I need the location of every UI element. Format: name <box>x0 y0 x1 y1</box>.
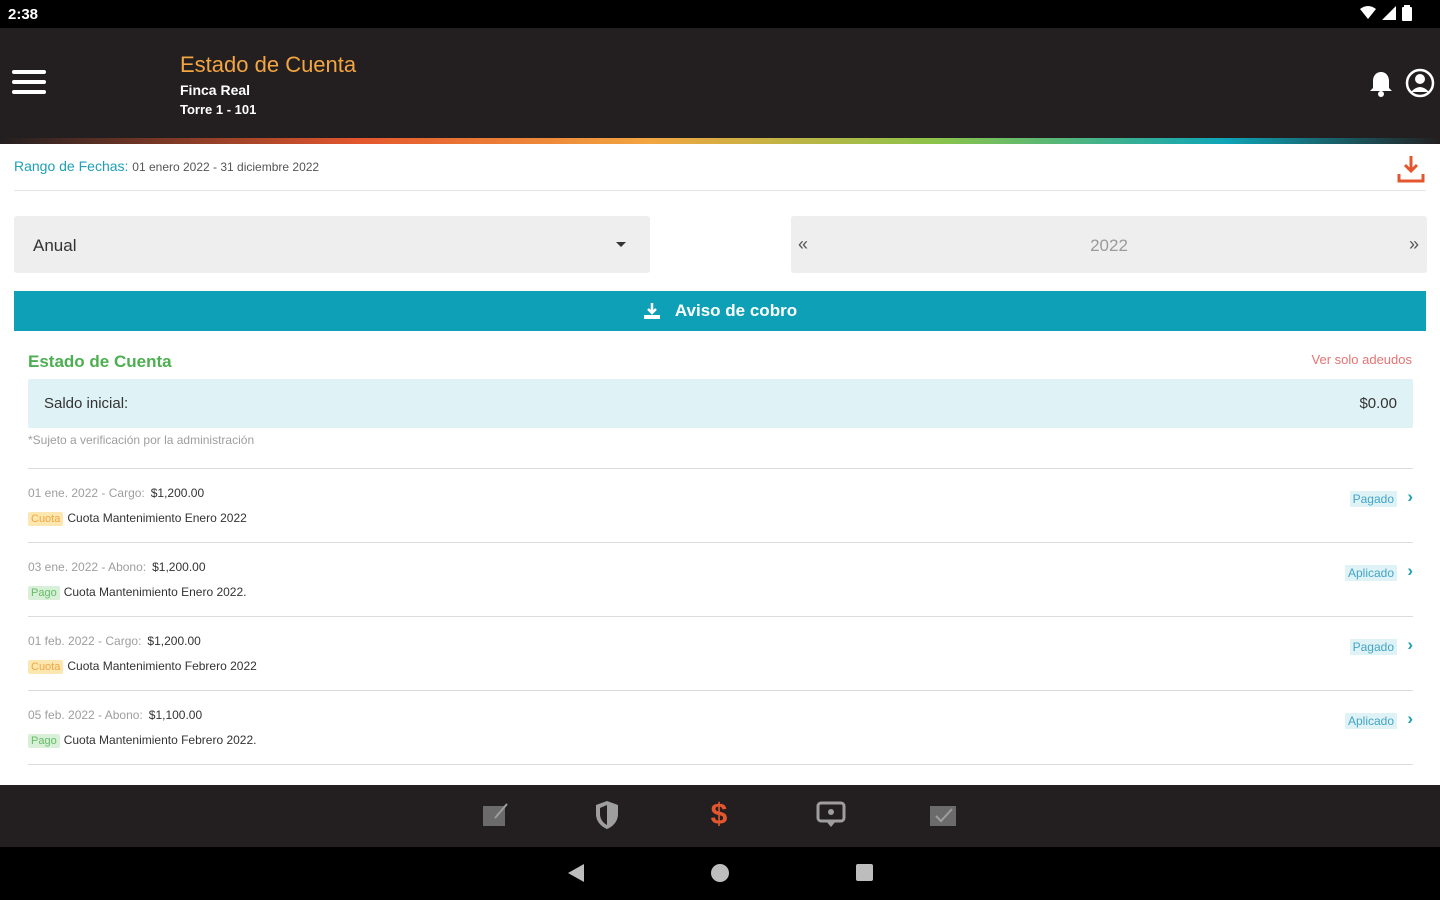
verification-note: *Sujeto a verificación por la administra… <box>28 433 255 447</box>
movement-tag: Cuota <box>28 660 64 674</box>
date-range-label: Rango de Fechas: <box>14 158 129 174</box>
header-gradient-divider <box>0 138 1440 144</box>
movement-date: 05 feb. 2022 - Abono: <box>28 708 143 722</box>
chevron-down-icon <box>616 242 626 247</box>
chevron-right-icon: › <box>1407 709 1413 728</box>
list-item[interactable]: 03 ene. 2022 - Abono: $1,200.00 Pago Cuota… <box>28 542 1413 616</box>
movement-amount: $1,200.00 <box>152 560 206 574</box>
property-name: Finca Real <box>180 82 251 98</box>
movement-tag: Pago <box>28 586 60 600</box>
movement-tag: Pago <box>28 734 60 748</box>
show-debts-only-link[interactable]: Ver solo adeudos <box>1312 352 1412 367</box>
movement-date: 01 feb. 2022 - Cargo: <box>28 634 142 648</box>
date-range: Rango de Fechas: 01 enero 2022 - 31 dici… <box>14 158 319 174</box>
divider <box>14 190 1426 191</box>
movement-amount: $1,200.00 <box>147 634 201 648</box>
year-value: 2022 <box>1090 236 1128 255</box>
status-badge: Pagado <box>1349 491 1397 507</box>
status-badge: Aplicado <box>1344 713 1397 729</box>
year-picker: « 2022 » <box>791 216 1427 273</box>
checklist-icon[interactable] <box>925 797 961 833</box>
unit-name: Torre 1 - 101 <box>180 102 257 117</box>
notes-icon[interactable] <box>477 797 513 833</box>
initial-balance-value: $0.00 <box>1359 395 1397 412</box>
bell-icon[interactable] <box>1368 70 1394 98</box>
movement-description: Cuota Mantenimiento Enero 2022. <box>63 585 247 599</box>
movement-description: Cuota Mantenimiento Enero 2022 <box>67 511 247 525</box>
period-select[interactable]: Anual <box>14 216 650 273</box>
page-title: Estado de Cuenta <box>180 52 357 77</box>
chevron-right-icon: › <box>1407 487 1413 506</box>
movement-date: 01 ene. 2022 - Cargo: <box>28 486 145 500</box>
list-divider <box>28 764 1413 784</box>
dollar-icon[interactable]: $ <box>701 797 737 833</box>
movement-amount: $1,100.00 <box>148 708 203 722</box>
period-select-value: Anual <box>33 236 77 255</box>
recents-icon[interactable] <box>855 863 874 882</box>
profile-icon[interactable] <box>1405 68 1435 98</box>
movement-date: 03 ene. 2022 - Abono: <box>28 560 147 574</box>
back-icon[interactable] <box>566 863 586 883</box>
shield-icon[interactable] <box>589 797 625 833</box>
chevron-right-icon: › <box>1407 635 1413 654</box>
bottom-navigation: $ <box>0 785 1440 847</box>
system-navigation-bar <box>0 847 1440 900</box>
status-time: 2:38 <box>8 6 39 23</box>
movement-tag: Cuota <box>28 512 64 526</box>
initial-balance-row: Saldo inicial: $0.00 <box>28 379 1413 428</box>
battery-icon <box>1402 5 1412 21</box>
wifi-icon <box>1360 6 1376 19</box>
movements-list: 01 ene. 2022 - Cargo: $1,200.00 Cuota Cuot… <box>28 468 1413 784</box>
movement-description: Cuota Mantenimiento Febrero 2022 <box>67 659 257 673</box>
status-badge: Aplicado <box>1344 565 1397 581</box>
list-item[interactable]: 01 feb. 2022 - Cargo: $1,200.00 Cuota Cuot… <box>28 616 1413 690</box>
status-bar: 2:38 <box>0 0 1440 28</box>
list-item[interactable]: 01 ene. 2022 - Cargo: $1,200.00 Cuota Cuot… <box>28 468 1413 542</box>
home-icon[interactable] <box>710 863 730 883</box>
movement-amount: $1,200.00 <box>150 486 205 500</box>
download-icon <box>643 303 660 319</box>
aviso-de-cobro-button[interactable]: Aviso de cobro <box>14 291 1426 331</box>
date-range-value: 01 enero 2022 - 31 diciembre 2022 <box>132 160 320 174</box>
next-year-button[interactable]: » <box>1409 234 1419 255</box>
system-icons <box>1360 5 1412 21</box>
initial-balance-label: Saldo inicial: <box>44 395 129 412</box>
signal-icon <box>1382 6 1396 20</box>
aviso-label: Aviso de cobro <box>674 301 798 320</box>
list-item[interactable]: 05 feb. 2022 - Abono: $1,100.00 Pago Cuota… <box>28 690 1413 764</box>
section-title: Estado de Cuenta <box>28 352 172 371</box>
menu-button[interactable] <box>12 70 46 98</box>
chevron-right-icon: › <box>1407 561 1413 580</box>
message-icon[interactable] <box>813 797 849 833</box>
download-icon[interactable] <box>1396 154 1426 184</box>
status-badge: Pagado <box>1349 639 1397 655</box>
movement-description: Cuota Mantenimiento Febrero 2022. <box>63 733 257 747</box>
